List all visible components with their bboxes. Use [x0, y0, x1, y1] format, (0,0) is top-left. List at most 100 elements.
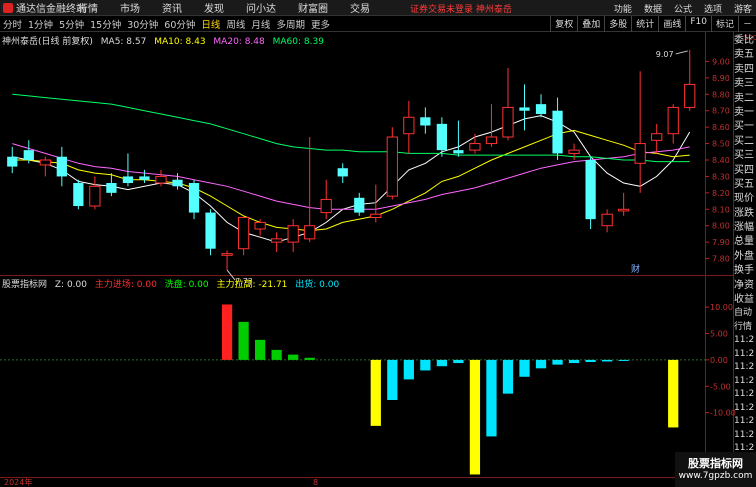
- sub-indicator-name[interactable]: 股票指标网: [2, 280, 47, 290]
- menu-discover[interactable]: 发现: [204, 0, 224, 15]
- candle-body-down: [106, 183, 117, 193]
- sub-axis-label: -5.00: [710, 382, 731, 391]
- sub-bar: [254, 339, 266, 360]
- ma-lines: [12, 93, 691, 243]
- candle-body-up: [568, 149, 580, 154]
- sub-bar: [238, 321, 249, 360]
- candle-body-down: [56, 156, 67, 177]
- candle-body-down: [420, 117, 431, 126]
- menu-wealth[interactable]: 财富圈: [298, 0, 328, 15]
- period-tab-monthly[interactable]: 月线: [248, 17, 273, 31]
- period-tab-5min[interactable]: 5分钟: [56, 17, 87, 31]
- period-tab-1min[interactable]: 1分钟: [25, 17, 56, 31]
- candle-body-down: [354, 197, 365, 213]
- sub-bar: [469, 359, 481, 475]
- main-menu: 行情 市场 资讯 发现 问小达 财富圈 交易: [78, 0, 392, 15]
- ma10-value: MA10: 8.43: [154, 37, 206, 47]
- candle-body-down: [535, 104, 547, 114]
- sub-bar: [436, 359, 448, 367]
- sub-axis-label: 10.00: [710, 303, 733, 312]
- candle-body-up: [221, 253, 233, 256]
- ma20-value: MA20: 8.48: [213, 37, 265, 47]
- menu-options[interactable]: 选项: [704, 2, 722, 15]
- tick-panel-item: 11:2: [734, 375, 755, 386]
- period-tab-timeshare[interactable]: 分时: [0, 17, 25, 31]
- period-tab-more[interactable]: 更多: [308, 17, 333, 31]
- candle-body-up: [287, 225, 299, 243]
- tool-multi-stock[interactable]: 多股: [604, 16, 631, 32]
- sub-bar: [535, 359, 547, 369]
- tick-panel-item: 行情: [734, 321, 753, 332]
- price-axis-label: 8.10: [712, 205, 730, 214]
- tool-mark[interactable]: 标记: [710, 16, 738, 32]
- menu-trade[interactable]: 交易: [350, 0, 370, 15]
- period-tab-15min[interactable]: 15分钟: [87, 17, 124, 31]
- period-tab-multi[interactable]: 多周期: [273, 17, 308, 31]
- tool-minimize[interactable]: －: [737, 16, 756, 32]
- candle-body-down: [73, 183, 84, 206]
- month-label: 8: [313, 478, 318, 487]
- tool-restore-right[interactable]: 复权: [550, 16, 577, 32]
- menu-formula[interactable]: 公式: [674, 2, 692, 15]
- sub-bar: [387, 359, 398, 400]
- quote-panel-item: 总量: [734, 236, 754, 248]
- sub-bar: [618, 359, 629, 361]
- menu-data[interactable]: 数据: [644, 2, 662, 15]
- candle-body-down: [23, 150, 34, 160]
- candle-body-down: [337, 168, 348, 177]
- login-warning[interactable]: 证券交易未登录 神州泰岳: [410, 2, 512, 15]
- ma60-value: MA60: 8.39: [272, 37, 324, 47]
- menu-news[interactable]: 资讯: [162, 0, 182, 15]
- price-axis-label: 8.00: [712, 222, 730, 231]
- tool-overlay[interactable]: 叠加: [577, 16, 604, 32]
- tool-stats[interactable]: 统计: [631, 16, 658, 32]
- menu-quotes[interactable]: 行情: [78, 0, 98, 15]
- quote-panel-item: 换手: [734, 265, 754, 277]
- period-tab-60min[interactable]: 60分钟: [161, 17, 198, 31]
- tick-panel-item: 11:2: [734, 389, 755, 399]
- quote-panel-item: 买一: [734, 121, 754, 133]
- tick-panel-item: 11:2: [734, 348, 755, 359]
- kline-chart[interactable]: 9.00 8.90 8.80 8.70 8.60 8.50 8.40 8.30 8.20 8.10…: [0, 0, 756, 487]
- stock-name[interactable]: 神州泰岳(日线 前复权): [2, 37, 93, 47]
- high-label: 9.07: [656, 50, 674, 59]
- quote-panel-item: 买三: [734, 150, 754, 162]
- candle-body-up: [254, 221, 266, 230]
- tool-f10[interactable]: F10: [685, 16, 711, 32]
- sub-bar: [552, 359, 563, 365]
- tool-draw-line[interactable]: 画线: [658, 16, 685, 32]
- candle-body-up: [237, 217, 250, 250]
- sub-axis-label: -10.00: [710, 409, 736, 418]
- candle-body-down: [436, 123, 448, 151]
- candle-body-up: [304, 225, 316, 240]
- price-axis-label: 8.20: [712, 189, 730, 198]
- candle-body-up: [485, 136, 498, 145]
- quote-panel-item: 涨幅: [734, 222, 754, 234]
- sub-indicator-info: 股票指标网 Z: 0.00 主力进场: 0.00 洗盘: 0.00 主力拉高: …: [2, 277, 344, 290]
- chart-grid: [0, 32, 734, 487]
- menu-guest[interactable]: 游客: [734, 2, 752, 15]
- period-tab-daily[interactable]: 日线: [198, 17, 223, 31]
- price-axis-label: 8.50: [712, 140, 730, 149]
- candle-body-down: [453, 150, 464, 154]
- candle-body-up: [39, 159, 51, 166]
- top-right-menu: 功能 数据 公式 选项 游客: [602, 2, 752, 15]
- price-axis-label: 8.30: [712, 172, 730, 181]
- tick-panel-item: 11:2: [734, 362, 755, 372]
- candle-body-down: [188, 183, 200, 213]
- period-tab-weekly[interactable]: 周线: [223, 17, 248, 31]
- tick-panel-item: 11:2: [734, 335, 755, 345]
- quote-panel-item: 卖四: [734, 63, 754, 75]
- candle-body-up: [684, 83, 696, 108]
- candle-body-down: [552, 110, 563, 154]
- candle-body-down: [172, 179, 183, 187]
- ma-info-line: 神州泰岳(日线 前复权) MA5: 8.57 MA10: 8.43 MA20: …: [2, 34, 329, 47]
- menu-function[interactable]: 功能: [614, 2, 632, 15]
- tick-panel-item: 自动: [734, 308, 753, 318]
- high-arrow: [675, 50, 688, 55]
- menu-ask[interactable]: 问小达: [246, 0, 276, 15]
- period-tab-30min[interactable]: 30分钟: [124, 17, 161, 31]
- menu-market[interactable]: 市场: [120, 0, 140, 15]
- sub-bar: [601, 359, 613, 362]
- quote-panel-item: 卖二: [734, 92, 754, 104]
